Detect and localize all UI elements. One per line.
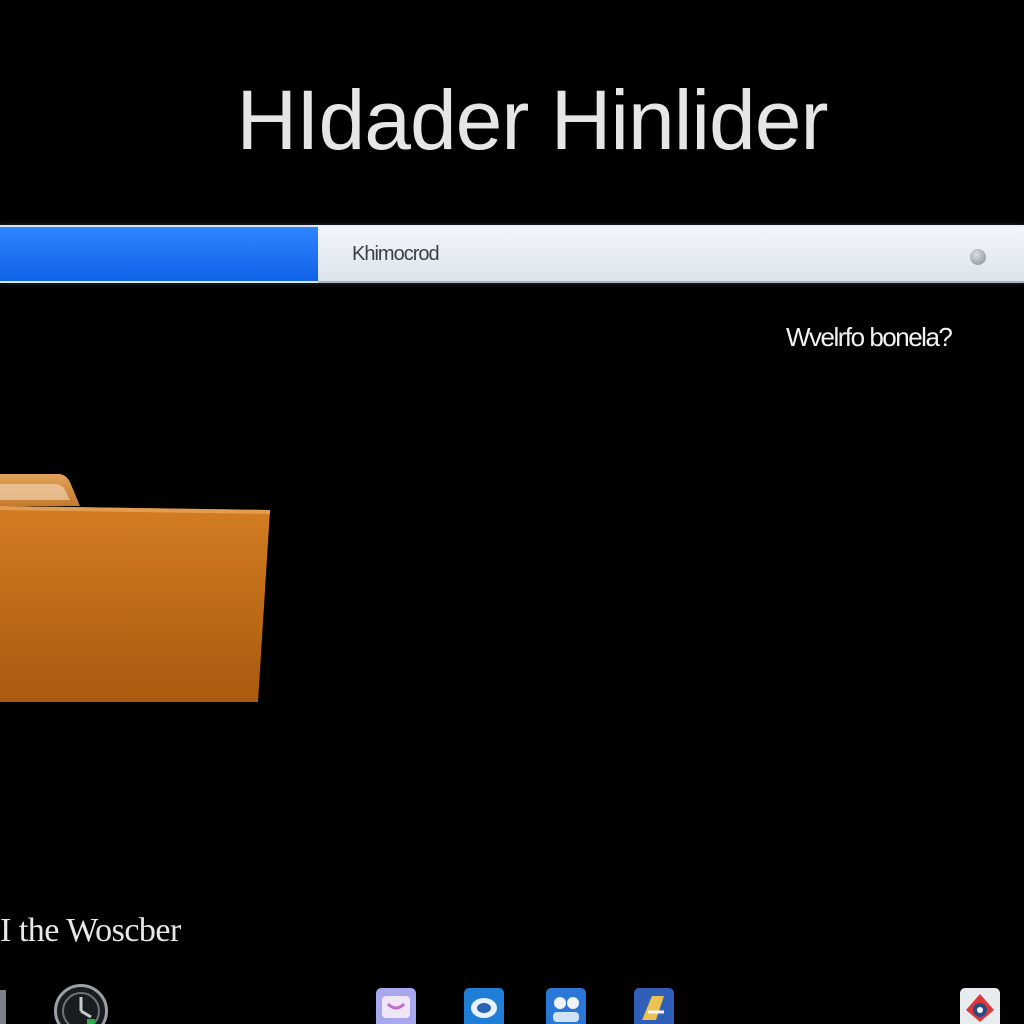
app-icon-messages[interactable] xyxy=(376,988,416,1024)
search-progress-fill xyxy=(0,225,318,283)
app-icon-1[interactable] xyxy=(0,990,6,1024)
clock-icon[interactable] xyxy=(54,984,108,1024)
app-icon-people[interactable] xyxy=(546,988,586,1024)
app-icon-settings[interactable] xyxy=(960,988,1000,1024)
taskbar xyxy=(0,982,1024,1024)
search-field[interactable] xyxy=(318,225,1024,283)
folder-icon[interactable] xyxy=(0,470,272,704)
search-input[interactable] xyxy=(352,242,912,266)
search-icon[interactable] xyxy=(970,249,986,265)
side-link[interactable]: Wvelrfo bonela? xyxy=(786,322,953,353)
search-bar xyxy=(0,225,1024,283)
desktop-window: HIdader Hinlider Wvelrfo bonela? xyxy=(0,0,1024,1024)
page-title: HIdader Hinlider xyxy=(236,73,829,167)
app-icon-browser[interactable] xyxy=(464,988,504,1024)
app-icon-editor[interactable] xyxy=(634,988,674,1024)
footer-label: I the Woscber xyxy=(0,912,181,949)
